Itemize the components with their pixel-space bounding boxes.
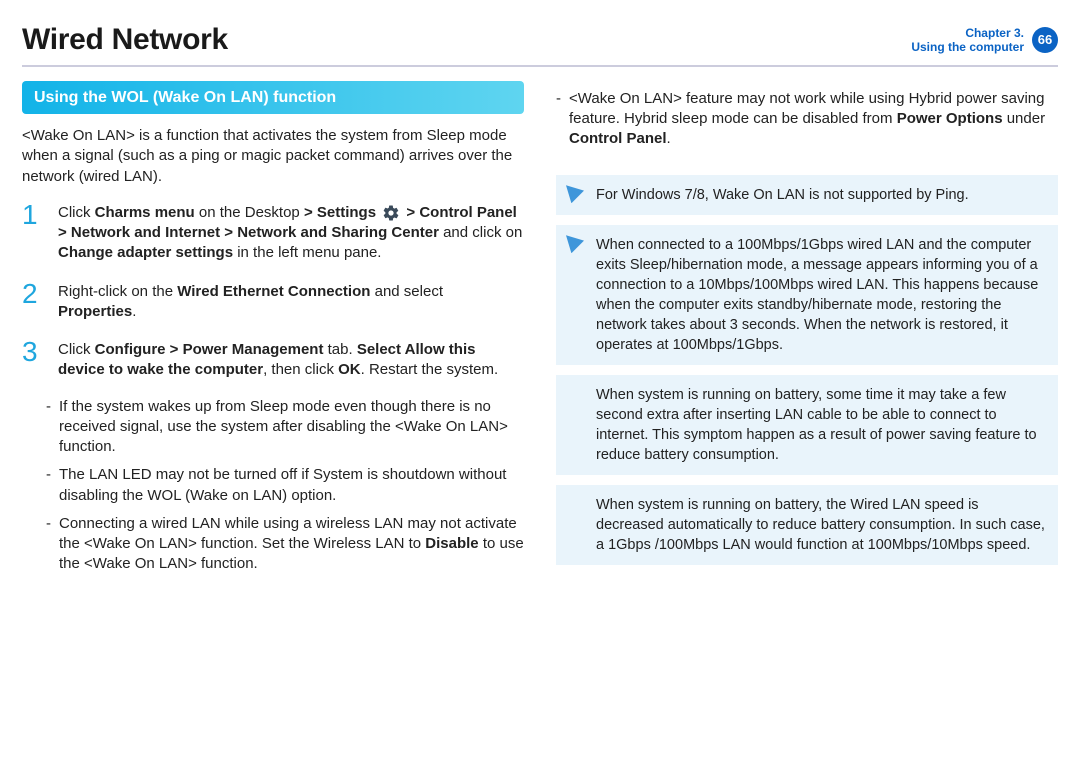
page-number-badge: 66: [1032, 27, 1058, 53]
step-body: Right-click on the Wired Ethernet Connec…: [58, 280, 524, 323]
step-3: 3 Click Configure > Power Management tab…: [22, 338, 524, 381]
col2-bullet: - <Wake On LAN> feature may not work whi…: [556, 89, 1058, 150]
right-column: - <Wake On LAN> feature may not work whi…: [556, 81, 1058, 583]
dash-icon: -: [46, 465, 51, 506]
step-1: 1 Click Charms menu on the Desktop > Set…: [22, 201, 524, 264]
note-box: When system is running on battery, some …: [556, 375, 1058, 475]
chapter-text: Chapter 3. Using the computer: [911, 26, 1024, 55]
intro-paragraph: <Wake On LAN> is a function that activat…: [22, 126, 524, 187]
note-box: When system is running on battery, the W…: [556, 485, 1058, 565]
page-header: Wired Network Chapter 3. Using the compu…: [22, 20, 1058, 67]
dash-icon: -: [556, 89, 561, 150]
chapter-line1: Chapter 3.: [911, 26, 1024, 40]
dash-icon: -: [46, 397, 51, 458]
page-title: Wired Network: [22, 20, 228, 61]
step-number: 1: [22, 201, 48, 264]
settings-gear-icon: [382, 204, 400, 222]
step-2: 2 Right-click on the Wired Ethernet Conn…: [22, 280, 524, 323]
chapter-line2: Using the computer: [911, 40, 1024, 54]
note-box: When connected to a 100Mbps/1Gbps wired …: [556, 225, 1058, 365]
step-number: 3: [22, 338, 48, 381]
step-body: Click Configure > Power Management tab. …: [58, 338, 524, 381]
content-columns: Using the WOL (Wake On LAN) function <Wa…: [22, 81, 1058, 583]
dash-icon: -: [46, 514, 51, 575]
section-heading: Using the WOL (Wake On LAN) function: [22, 81, 524, 115]
sub-bullet: - Connecting a wired LAN while using a w…: [46, 514, 524, 575]
step-body: Click Charms menu on the Desktop > Setti…: [58, 201, 524, 264]
sub-bullet: - If the system wakes up from Sleep mode…: [46, 397, 524, 458]
chapter-block: Chapter 3. Using the computer 66: [911, 26, 1058, 55]
sub-bullet: - The LAN LED may not be turned off if S…: [46, 465, 524, 506]
step-number: 2: [22, 280, 48, 323]
note-box: For Windows 7/8, Wake On LAN is not supp…: [556, 175, 1058, 215]
left-column: Using the WOL (Wake On LAN) function <Wa…: [22, 81, 524, 583]
